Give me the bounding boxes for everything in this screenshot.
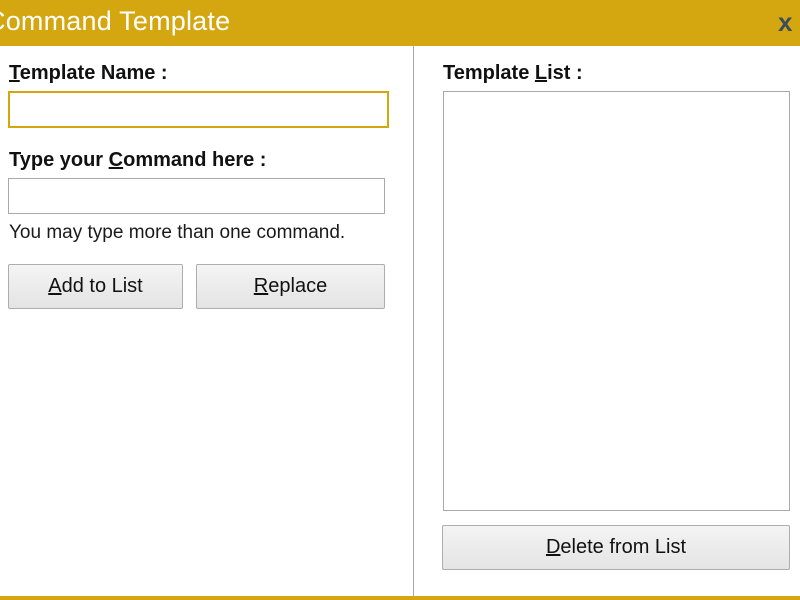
command-label: Type your Command here : xyxy=(9,149,266,172)
command-hint: You may type more than one command. xyxy=(9,222,346,243)
delete-from-list-button[interactable]: Delete from List xyxy=(442,525,790,570)
template-name-label: Template Name : xyxy=(9,62,168,85)
template-name-label-mnemonic: T xyxy=(9,62,20,84)
add-to-list-button[interactable]: Add to List xyxy=(8,264,183,309)
replace-label: Replace xyxy=(253,275,328,297)
template-list[interactable] xyxy=(443,91,790,511)
bottom-border xyxy=(0,596,800,600)
command-label-mnemonic: C xyxy=(108,149,124,171)
command-label-post: ommand here : xyxy=(123,149,267,171)
command-label-pre: Type your xyxy=(9,149,109,171)
template-name-input[interactable] xyxy=(8,91,389,128)
command-template-dialog: Command Template x Template Name : Type … xyxy=(0,0,800,600)
title-bar[interactable]: Command Template x xyxy=(0,0,800,46)
template-list-label: Template List : xyxy=(443,62,583,84)
window-title: Command Template xyxy=(0,6,231,36)
delete-from-list-label: Delete from List xyxy=(545,536,687,558)
panel-divider xyxy=(413,46,414,596)
replace-button[interactable]: Replace xyxy=(196,264,385,309)
add-to-list-label: Add to List xyxy=(48,275,143,297)
template-name-label-rest: emplate Name : xyxy=(19,62,168,84)
close-icon[interactable]: x xyxy=(778,5,800,39)
command-input[interactable] xyxy=(8,178,385,214)
